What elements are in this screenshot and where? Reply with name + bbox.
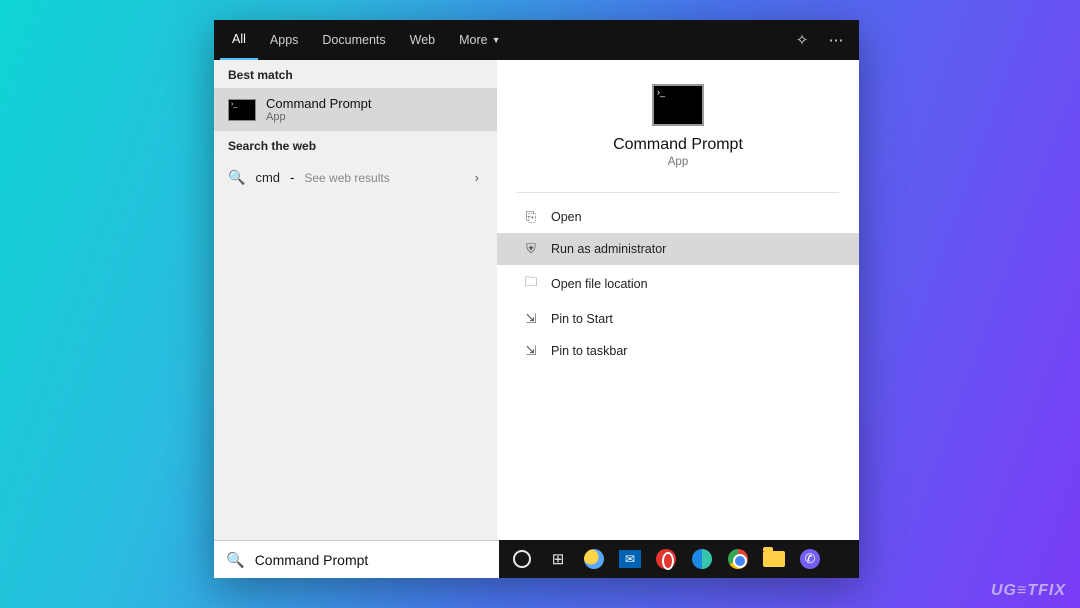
action-open-file-location[interactable]: 🗀 Open file location <box>497 265 859 303</box>
tab-more-label: More <box>459 33 487 47</box>
tab-all[interactable]: All <box>220 20 258 60</box>
chevron-right-icon: › <box>475 170 483 185</box>
app-subtitle: App <box>668 156 688 168</box>
results-column: Best match Command Prompt App Search the… <box>214 60 497 540</box>
web-search-result[interactable]: 🔍 cmd - See web results › <box>214 159 497 196</box>
best-match-result[interactable]: Command Prompt App <box>214 88 497 131</box>
tab-apps[interactable]: Apps <box>258 20 311 60</box>
search-web-label: Search the web <box>214 131 497 159</box>
tab-documents[interactable]: Documents <box>310 20 397 60</box>
weather-app-icon[interactable] <box>583 548 605 570</box>
action-label: Open <box>551 210 582 224</box>
taskbar: ⊞ ✉ ✆ <box>499 540 859 578</box>
watermark: UG≡TFIX <box>991 582 1066 600</box>
action-label: Run as administrator <box>551 242 666 256</box>
opera-app-icon[interactable] <box>655 548 677 570</box>
search-icon: 🔍 <box>226 551 245 569</box>
task-view-icon[interactable]: ⊞ <box>547 548 569 570</box>
action-run-as-administrator[interactable]: ⛨ Run as administrator <box>497 233 859 265</box>
action-label: Pin to Start <box>551 312 613 326</box>
tab-more[interactable]: More ▼ <box>447 20 512 60</box>
result-title: Command Prompt <box>266 96 371 111</box>
feedback-icon[interactable]: ✧ <box>785 31 819 49</box>
action-pin-to-taskbar[interactable]: ⇲ Pin to taskbar <box>497 335 859 367</box>
web-hint-text: See web results <box>304 171 389 185</box>
file-explorer-icon[interactable] <box>763 548 785 570</box>
result-subtitle: App <box>266 111 371 123</box>
tabs-bar: All Apps Documents Web More ▼ ✧ ⋯ <box>214 20 859 60</box>
folder-icon: 🗀 <box>523 273 539 295</box>
app-title: Command Prompt <box>613 136 743 154</box>
search-panel: All Apps Documents Web More ▼ ✧ ⋯ Best m… <box>214 20 859 578</box>
open-icon: ⎘ <box>523 209 539 225</box>
pin-icon: ⇲ <box>523 311 539 327</box>
divider <box>517 192 839 193</box>
admin-icon: ⛨ <box>523 241 539 257</box>
action-open[interactable]: ⎘ Open <box>497 201 859 233</box>
details-column: Command Prompt App ⎘ Open ⛨ Run as admin… <box>497 60 859 540</box>
action-pin-to-start[interactable]: ⇲ Pin to Start <box>497 303 859 335</box>
mail-app-icon[interactable]: ✉ <box>619 548 641 570</box>
more-options-icon[interactable]: ⋯ <box>819 31 853 49</box>
chevron-down-icon: ▼ <box>492 35 501 45</box>
command-prompt-icon-large <box>652 84 704 126</box>
cortana-icon[interactable] <box>511 548 533 570</box>
action-label: Pin to taskbar <box>551 344 627 358</box>
command-prompt-icon <box>228 99 256 121</box>
pin-icon: ⇲ <box>523 343 539 359</box>
tab-web[interactable]: Web <box>398 20 447 60</box>
action-label: Open file location <box>551 277 648 291</box>
chrome-app-icon[interactable] <box>727 548 749 570</box>
viber-app-icon[interactable]: ✆ <box>799 548 821 570</box>
web-query-text: cmd <box>255 170 280 185</box>
app-summary: Command Prompt App <box>497 60 859 184</box>
edge-app-icon[interactable] <box>691 548 713 570</box>
actions-list: ⎘ Open ⛨ Run as administrator 🗀 Open fil… <box>497 197 859 371</box>
search-icon: 🔍 <box>228 169 245 186</box>
best-match-label: Best match <box>214 60 497 88</box>
